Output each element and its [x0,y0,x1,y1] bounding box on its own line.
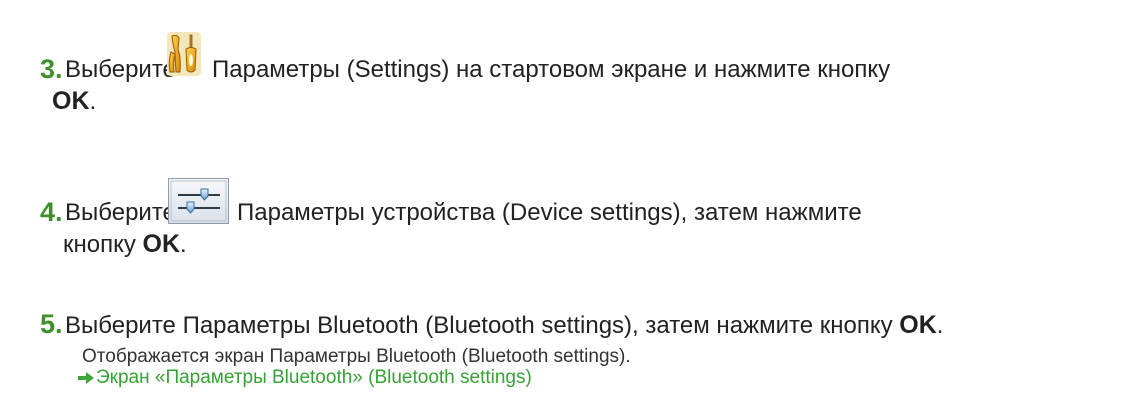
step-line2-text: кнопку [63,231,136,258]
step-text-rest: Параметры (Settings) на стартовом экране… [212,56,891,83]
step-text: Выберите Параметры Bluetooth (Bluetooth … [65,311,943,340]
ok-button-label: OK [899,311,937,339]
step-number: 3. [40,54,63,84]
step-number: 4. [40,197,63,227]
step-3: 3. Выберите Параметры (Settings) на стар… [40,32,1110,152]
period: . [936,312,944,339]
step-text-prefix: Выберите [65,56,176,83]
ok-button-label: OK [142,230,181,258]
step-4: 4. Выберите Параметры устройства (Device… [40,178,1110,293]
device-settings-sliders-icon [168,178,229,224]
settings-tools-icon [167,32,201,76]
step-ok-label: OK. [52,87,96,116]
step-number: 5. [40,309,63,339]
step-line2: кнопку OK. [63,230,187,259]
link-text[interactable]: Экран «Параметры Bluetooth» (Bluetooth s… [96,367,532,388]
period: . [180,231,187,258]
step-note: Отображается экран Параметры Bluetooth (… [82,346,631,367]
right-arrow-icon [78,372,94,384]
step-text-prefix: Выберите [65,199,176,226]
bluetooth-settings-screen-link[interactable]: Экран «Параметры Bluetooth» (Bluetooth s… [78,367,532,389]
ok-button-label: OK [52,87,90,115]
period: . [89,88,97,115]
step-text-rest: Параметры устройства (Device settings), … [237,199,862,226]
step-5: 5. Выберите Параметры Bluetooth (Bluetoo… [40,310,1110,409]
step-text-main: Выберите Параметры Bluetooth (Bluetooth … [65,312,893,339]
